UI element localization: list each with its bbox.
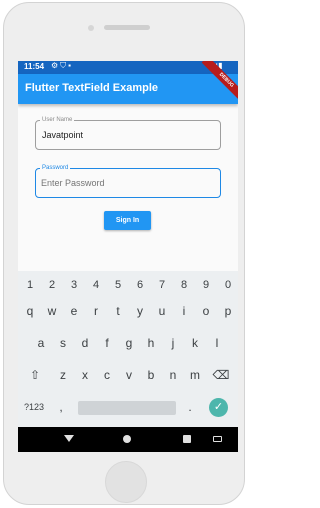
key[interactable]: s: [53, 331, 73, 355]
key[interactable]: i: [174, 299, 194, 323]
key[interactable]: k: [185, 331, 205, 355]
key[interactable]: 3: [64, 273, 84, 297]
keyboard-switch-icon[interactable]: [213, 436, 222, 442]
key[interactable]: d: [75, 331, 95, 355]
soft-keyboard: 1 2 3 4 5 6 7 8 9 0 q w e r t y u i o p …: [18, 271, 238, 427]
app-title: Flutter TextField Example: [25, 82, 159, 94]
key[interactable]: w: [42, 299, 62, 323]
key[interactable]: z: [53, 363, 73, 387]
key[interactable]: t: [108, 299, 128, 323]
key[interactable]: e: [64, 299, 84, 323]
keyboard-row-2: a s d f g h j k l: [18, 331, 238, 357]
username-field[interactable]: User Name Javatpoint: [35, 116, 221, 150]
username-label: User Name: [40, 116, 75, 124]
sd-card-icon: ▪: [68, 61, 74, 70]
comma-key[interactable]: ,: [52, 395, 70, 419]
key[interactable]: a: [31, 331, 51, 355]
key[interactable]: y: [130, 299, 150, 323]
earpiece-speaker: [104, 25, 150, 30]
key[interactable]: 2: [42, 273, 62, 297]
status-time: 11:54: [24, 62, 45, 71]
key[interactable]: r: [86, 299, 106, 323]
phone-frame: 11:54 ⚙⛉▪ ▾◢▮ Flutter TextField Example …: [3, 2, 245, 505]
key[interactable]: c: [97, 363, 117, 387]
keyboard-row-3: ⇧ z x c v b n m ⌫: [18, 363, 238, 389]
app-bar: Flutter TextField Example DEBUG: [18, 61, 238, 105]
gear-icon: ⚙: [51, 61, 61, 70]
keyboard-row-1: q w e r t y u i o p: [18, 299, 238, 325]
key[interactable]: h: [141, 331, 161, 355]
symbols-key[interactable]: ?123: [20, 395, 48, 419]
password-label: Password: [40, 164, 71, 172]
recents-icon[interactable]: [183, 435, 191, 443]
key[interactable]: o: [196, 299, 216, 323]
key[interactable]: 6: [130, 273, 150, 297]
password-field[interactable]: Password: [35, 164, 221, 198]
key[interactable]: u: [152, 299, 172, 323]
key[interactable]: v: [119, 363, 139, 387]
password-input[interactable]: [41, 176, 211, 190]
key[interactable]: n: [163, 363, 183, 387]
backspace-icon[interactable]: ⌫: [208, 363, 234, 387]
shift-icon[interactable]: ⇧: [22, 363, 48, 387]
key[interactable]: 9: [196, 273, 216, 297]
front-sensor: [88, 25, 94, 31]
key[interactable]: 8: [174, 273, 194, 297]
key[interactable]: g: [119, 331, 139, 355]
key[interactable]: 7: [152, 273, 172, 297]
key[interactable]: 1: [20, 273, 40, 297]
key[interactable]: 5: [108, 273, 128, 297]
home-icon[interactable]: [123, 435, 131, 443]
device-screen: 11:54 ⚙⛉▪ ▾◢▮ Flutter TextField Example …: [18, 61, 238, 452]
sign-in-button[interactable]: Sign In: [104, 211, 151, 230]
username-value: Javatpoint: [42, 130, 84, 140]
enter-check-icon[interactable]: ✓: [209, 398, 228, 417]
key[interactable]: f: [97, 331, 117, 355]
key[interactable]: b: [141, 363, 161, 387]
hardware-home-button[interactable]: [105, 461, 147, 503]
key[interactable]: l: [207, 331, 227, 355]
status-notification-icons: ⚙⛉▪: [51, 61, 73, 71]
period-key[interactable]: .: [181, 395, 199, 419]
back-icon[interactable]: [64, 435, 74, 442]
navigation-bar: [18, 427, 238, 452]
key[interactable]: j: [163, 331, 183, 355]
shield-icon: ⛉: [60, 61, 69, 70]
key[interactable]: 4: [86, 273, 106, 297]
key[interactable]: x: [75, 363, 95, 387]
key[interactable]: m: [185, 363, 205, 387]
space-bar[interactable]: [78, 401, 176, 415]
key[interactable]: p: [218, 299, 238, 323]
key[interactable]: q: [20, 299, 40, 323]
keyboard-row-4: ?123 , . ✓: [18, 395, 238, 421]
key[interactable]: 0: [218, 273, 238, 297]
form-content: User Name Javatpoint Password Sign In: [18, 104, 238, 264]
keyboard-number-row: 1 2 3 4 5 6 7 8 9 0: [18, 273, 238, 299]
